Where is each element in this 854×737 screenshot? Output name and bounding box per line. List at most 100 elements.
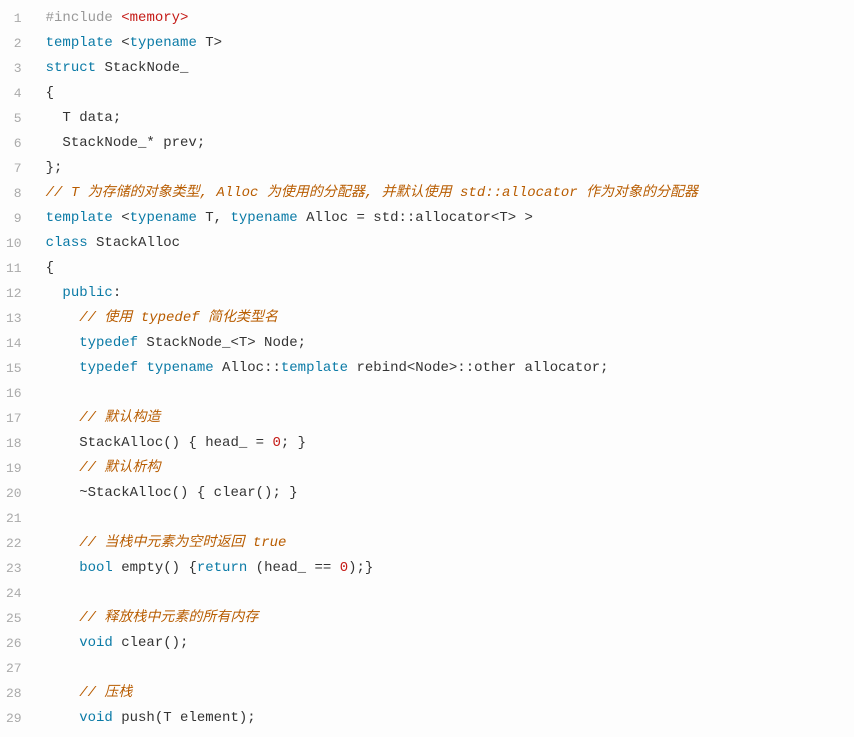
code-token: (head_ == (247, 560, 339, 576)
line-number: 8 (6, 181, 28, 206)
line-number: 16 (6, 381, 28, 406)
code-token: // 使用 typedef 简化类型名 (79, 310, 278, 326)
code-token (46, 560, 80, 576)
code-token (46, 360, 80, 376)
code-line: void clear(); (46, 631, 854, 656)
code-token: StackAlloc() { head_ = (46, 435, 273, 451)
code-token: { (46, 260, 54, 276)
code-line: // 压栈 (46, 681, 854, 706)
code-token: typename (146, 360, 213, 376)
code-token (46, 635, 80, 651)
code-token (46, 310, 80, 326)
code-token: 0 (340, 560, 348, 576)
code-token: class (46, 235, 88, 251)
code-line: class StackAlloc (46, 231, 854, 256)
code-token: // T 为存储的对象类型, Alloc 为使用的分配器, 并默认使用 std:… (46, 185, 698, 201)
code-token: T data; (46, 110, 122, 126)
line-number: 21 (6, 506, 28, 531)
line-number: 24 (6, 581, 28, 606)
code-token: // 释放栈中元素的所有内存 (79, 610, 258, 626)
code-token (46, 410, 80, 426)
code-token: Alloc = std::allocator<T> > (298, 210, 533, 226)
code-token (46, 460, 80, 476)
code-line: // 默认构造 (46, 406, 854, 431)
code-token: typedef (79, 335, 138, 351)
code-line: template <typename T> (46, 31, 854, 56)
code-token (46, 710, 80, 726)
code-token: public (62, 285, 112, 301)
code-line: #include <memory> (46, 6, 854, 31)
code-token: typename (130, 35, 197, 51)
line-number-gutter: 1234567891011121314151617181920212223242… (0, 0, 38, 737)
code-token: void (79, 635, 113, 651)
code-token: ~StackAlloc() { clear(); } (46, 485, 298, 501)
code-token: 0 (272, 435, 280, 451)
code-token: empty() { (113, 560, 197, 576)
line-number: 19 (6, 456, 28, 481)
line-number: 17 (6, 406, 28, 431)
code-line: // 默认析构 (46, 456, 854, 481)
line-number: 25 (6, 606, 28, 631)
line-number: 10 (6, 231, 28, 256)
code-line (46, 656, 854, 681)
code-token (46, 335, 80, 351)
line-number: 20 (6, 481, 28, 506)
code-line: bool empty() {return (head_ == 0);} (46, 556, 854, 581)
code-content: #include <memory>template <typename T>st… (38, 0, 854, 737)
line-number: 11 (6, 256, 28, 281)
code-token: // 压栈 (79, 685, 132, 701)
code-line (46, 381, 854, 406)
code-token: : (113, 285, 121, 301)
code-token: push(T element); (113, 710, 256, 726)
line-number: 14 (6, 331, 28, 356)
code-line: ~StackAlloc() { clear(); } (46, 481, 854, 506)
code-line: // 释放栈中元素的所有内存 (46, 606, 854, 631)
code-token: { (46, 85, 54, 101)
code-token: rebind<Node>::other allocator; (348, 360, 608, 376)
code-line: // T 为存储的对象类型, Alloc 为使用的分配器, 并默认使用 std:… (46, 181, 854, 206)
line-number: 27 (6, 656, 28, 681)
line-number: 9 (6, 206, 28, 231)
line-number: 6 (6, 131, 28, 156)
code-line (46, 581, 854, 606)
code-token (88, 235, 96, 251)
code-token: bool (79, 560, 113, 576)
code-line: StackNode_* prev; (46, 131, 854, 156)
code-token: StackAlloc (96, 235, 180, 251)
code-line: { (46, 256, 854, 281)
code-line: T data; (46, 106, 854, 131)
line-number: 23 (6, 556, 28, 581)
line-number: 7 (6, 156, 28, 181)
code-token: template (46, 35, 113, 51)
code-token: );} (348, 560, 373, 576)
code-line: template <typename T, typename Alloc = s… (46, 206, 854, 231)
code-token: < (113, 210, 130, 226)
code-token: // 默认析构 (79, 460, 160, 476)
code-line: typedef typename Alloc::template rebind<… (46, 356, 854, 381)
code-line: public: (46, 281, 854, 306)
line-number: 13 (6, 306, 28, 331)
code-token: struct (46, 60, 96, 76)
code-token: clear(); (113, 635, 189, 651)
code-token: void (79, 710, 113, 726)
code-line: // 当栈中元素为空时返回 true (46, 531, 854, 556)
line-number: 26 (6, 631, 28, 656)
line-number: 18 (6, 431, 28, 456)
code-token: template (46, 210, 113, 226)
line-number: 15 (6, 356, 28, 381)
code-line: void push(T element); (46, 706, 854, 731)
code-line: StackAlloc() { head_ = 0; } (46, 431, 854, 456)
code-line: { (46, 81, 854, 106)
line-number: 5 (6, 106, 28, 131)
line-number: 12 (6, 281, 28, 306)
line-number: 1 (6, 6, 28, 31)
code-block: 1234567891011121314151617181920212223242… (0, 0, 854, 737)
code-token (113, 10, 121, 26)
line-number: 3 (6, 56, 28, 81)
code-token: T> (197, 35, 222, 51)
code-token: template (281, 360, 348, 376)
code-token: Alloc:: (214, 360, 281, 376)
code-token: typedef (79, 360, 138, 376)
code-token: typename (130, 210, 197, 226)
code-line (46, 506, 854, 531)
